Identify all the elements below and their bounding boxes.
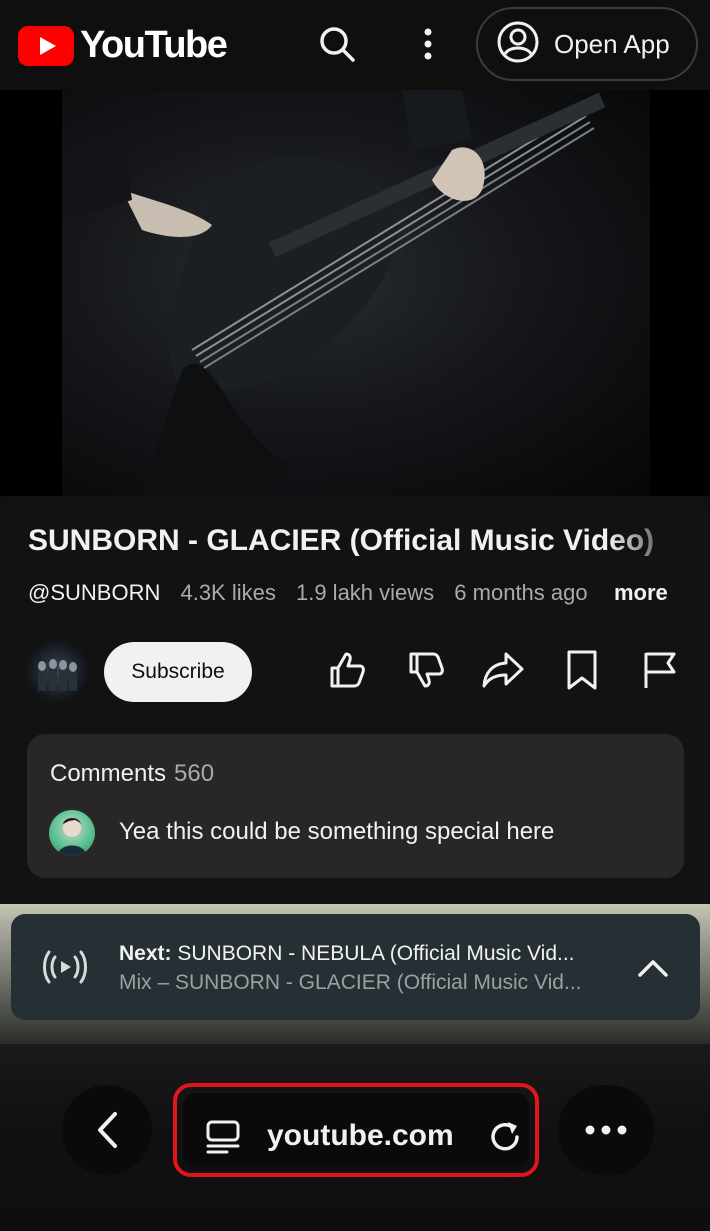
address-bar-highlight[interactable]: youtube.com xyxy=(173,1083,539,1177)
chevron-left-icon xyxy=(98,1112,117,1148)
comment-preview-text: Yea this could be something special here xyxy=(119,818,555,845)
youtube-play-logo-icon xyxy=(18,25,74,66)
like-icon[interactable] xyxy=(322,646,370,694)
page-info-icon[interactable] xyxy=(205,1119,241,1155)
channel-avatar[interactable] xyxy=(26,640,88,702)
address-bar[interactable]: youtube.com xyxy=(183,1093,529,1167)
dislike-icon[interactable] xyxy=(401,646,449,694)
guitar-thumbnail-image xyxy=(62,90,606,496)
chevron-up-icon[interactable] xyxy=(631,946,675,990)
more-horiz-icon xyxy=(585,1125,627,1135)
account-icon xyxy=(496,20,540,69)
back-button[interactable] xyxy=(62,1085,152,1175)
top-app-bar: YouTube Open App xyxy=(0,0,710,90)
next-up-bar[interactable]: Next: SUNBORN - NEBULA (Official Music V… xyxy=(11,914,700,1020)
commenter-avatar xyxy=(49,810,95,856)
video-player[interactable] xyxy=(0,90,710,496)
youtube-logo[interactable]: YouTube xyxy=(18,24,228,67)
open-app-button[interactable]: Open App xyxy=(476,7,698,81)
view-count: 1.9 lakh views xyxy=(295,580,435,605)
next-prefix: Next: xyxy=(119,942,172,965)
search-icon[interactable] xyxy=(315,22,359,66)
video-info-panel: SUNBORN - GLACIER (Official Music Video)… xyxy=(0,496,710,906)
reload-icon[interactable] xyxy=(485,1117,525,1157)
open-app-label: Open App xyxy=(554,28,670,59)
video-frame xyxy=(62,90,650,496)
channel-handle[interactable]: @SUNBORN xyxy=(28,580,160,605)
video-title[interactable]: SUNBORN - GLACIER (Official Music Video) xyxy=(28,524,688,558)
next-video-line: Next: SUNBORN - NEBULA (Official Music V… xyxy=(119,942,575,966)
video-metadata[interactable]: @SUNBORN 4.3K likes 1.9 lakh views 6 mon… xyxy=(28,580,588,606)
comments-count: 560 xyxy=(174,760,215,787)
share-icon[interactable] xyxy=(479,646,527,694)
playlist-mix-title: Mix – SUNBORN - GLACIER (Official Music … xyxy=(119,971,582,994)
more-link[interactable]: more xyxy=(614,580,668,606)
upload-age: 6 months ago xyxy=(454,580,588,605)
comments-card[interactable]: Comments 560 Yea this could be something … xyxy=(27,734,684,878)
youtube-wordmark: YouTube xyxy=(80,24,228,66)
subscribe-button[interactable]: Subscribe xyxy=(104,642,252,702)
comments-label: Comments xyxy=(50,760,167,787)
report-flag-icon[interactable] xyxy=(636,646,684,694)
like-count: 4.3K likes xyxy=(180,580,276,605)
next-video-title: SUNBORN - NEBULA (Official Music Vid... xyxy=(177,942,575,965)
save-icon[interactable] xyxy=(558,646,606,694)
comments-header: Comments 560 xyxy=(50,760,214,788)
browser-menu-button[interactable] xyxy=(558,1085,654,1175)
url-text[interactable]: youtube.com xyxy=(267,1119,454,1153)
autoplay-broadcast-icon xyxy=(39,944,91,990)
more-vert-icon[interactable] xyxy=(406,22,450,66)
